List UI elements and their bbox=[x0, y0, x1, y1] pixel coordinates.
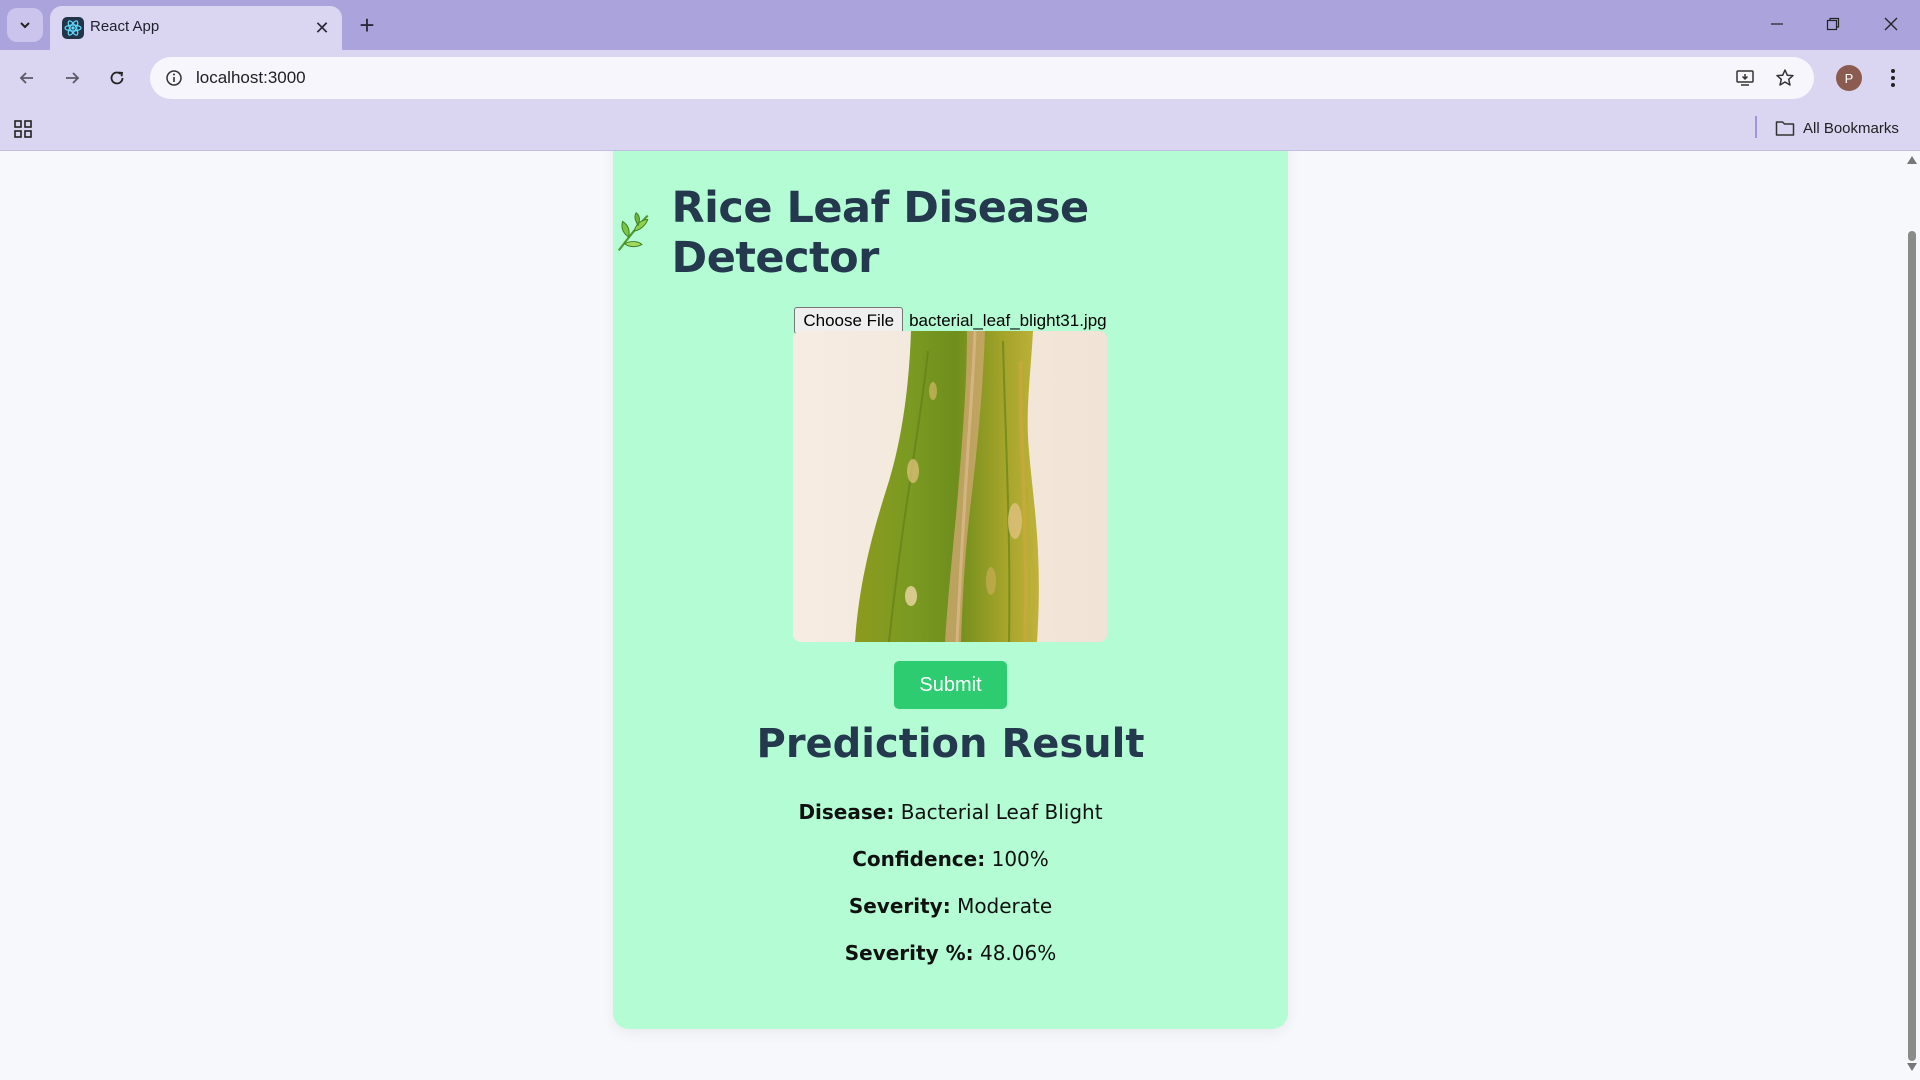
address-bar[interactable]: localhost:3000 bbox=[150, 57, 1814, 99]
react-icon bbox=[62, 17, 84, 39]
result-value: 48.06% bbox=[979, 941, 1057, 965]
close-tab-icon[interactable]: ✕ bbox=[309, 15, 335, 41]
folder-icon bbox=[1775, 121, 1795, 136]
result-label: Confidence: bbox=[852, 847, 986, 871]
result-value: 100% bbox=[991, 847, 1049, 871]
profile-avatar[interactable]: P bbox=[1836, 65, 1862, 91]
chevron-down-icon bbox=[20, 22, 30, 29]
result-label: Severity: bbox=[848, 894, 951, 918]
back-button[interactable] bbox=[9, 60, 45, 96]
tab-search-button[interactable] bbox=[7, 8, 43, 42]
bookmark-star-icon[interactable] bbox=[1770, 64, 1800, 92]
page-scrollbar[interactable] bbox=[1904, 151, 1920, 1080]
bookmarks-bar: All Bookmarks bbox=[0, 106, 1920, 151]
reload-icon bbox=[110, 71, 124, 85]
install-app-icon[interactable] bbox=[1730, 64, 1760, 92]
arrow-right-icon bbox=[66, 72, 80, 84]
more-menu-icon[interactable] bbox=[1878, 62, 1908, 94]
all-bookmarks-label: All Bookmarks bbox=[1803, 119, 1899, 137]
site-info-icon[interactable] bbox=[160, 64, 188, 92]
submit-button[interactable]: Submit bbox=[894, 661, 1007, 709]
tab-title: React App bbox=[90, 18, 160, 35]
browser-tab[interactable]: React App ✕ bbox=[50, 6, 342, 50]
new-tab-button[interactable]: + bbox=[352, 10, 382, 40]
result-confidence: Confidence: 100% bbox=[613, 847, 1288, 871]
page-viewport: Rice Leaf Disease Detector Choose File b… bbox=[0, 151, 1904, 1080]
result-severity: Severity: Moderate bbox=[613, 894, 1288, 918]
result-title: Prediction Result bbox=[756, 721, 1145, 767]
restore-icon[interactable] bbox=[1810, 6, 1856, 42]
apps-grid-icon[interactable] bbox=[12, 118, 34, 140]
minimize-icon[interactable] bbox=[1754, 6, 1800, 42]
file-input[interactable]: Choose File bacterial_leaf_blight31.jpg bbox=[613, 307, 1288, 334]
page-title: Rice Leaf Disease Detector bbox=[671, 183, 1090, 283]
selected-file-name: bacterial_leaf_blight31.jpg bbox=[909, 310, 1107, 330]
choose-file-button[interactable]: Choose File bbox=[794, 307, 904, 334]
forward-button[interactable] bbox=[54, 60, 90, 96]
result-severity-percent: Severity %: 48.06% bbox=[613, 941, 1288, 965]
uploaded-leaf-image bbox=[793, 331, 1107, 642]
scroll-down-arrow-icon[interactable] bbox=[1907, 1063, 1917, 1071]
scrollbar-thumb[interactable] bbox=[1908, 231, 1916, 1061]
herb-icon bbox=[617, 212, 649, 252]
detector-card: Rice Leaf Disease Detector Choose File b… bbox=[613, 151, 1288, 1029]
close-window-icon[interactable] bbox=[1868, 6, 1914, 42]
reload-button[interactable] bbox=[99, 60, 135, 96]
url-text: localhost:3000 bbox=[196, 68, 306, 87]
result-label: Disease: bbox=[798, 800, 895, 824]
scroll-up-arrow-icon[interactable] bbox=[1907, 156, 1917, 164]
browser-toolbar: localhost:3000 P bbox=[0, 50, 1920, 106]
arrow-left-icon bbox=[19, 72, 33, 84]
title-row: Rice Leaf Disease Detector bbox=[613, 183, 1288, 283]
result-value: Moderate bbox=[957, 894, 1053, 918]
bookmarks-separator bbox=[1755, 116, 1757, 138]
result-label: Severity %: bbox=[844, 941, 974, 965]
result-value: Bacterial Leaf Blight bbox=[900, 800, 1103, 824]
browser-tabstrip: React App ✕ + bbox=[0, 0, 1920, 50]
all-bookmarks-button[interactable]: All Bookmarks bbox=[1775, 116, 1899, 140]
result-disease: Disease: Bacterial Leaf Blight bbox=[613, 800, 1288, 824]
